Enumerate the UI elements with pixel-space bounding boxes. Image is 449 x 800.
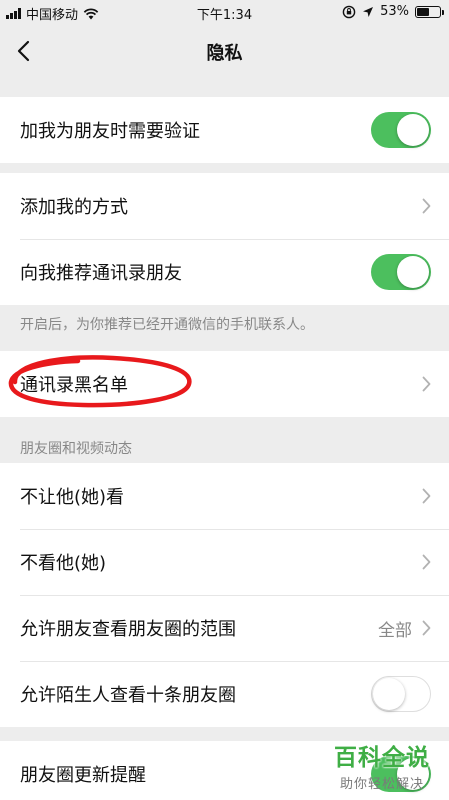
- row-label: 不看他(她): [20, 553, 107, 574]
- row-label: 允许朋友查看朋友圈的范围: [20, 619, 236, 640]
- chevron-right-icon: [422, 488, 431, 504]
- row-not-see-moments[interactable]: 不看他(她): [0, 529, 449, 595]
- row-hide-moments-from[interactable]: 不让他(她)看: [0, 463, 449, 529]
- orientation-lock-icon: [342, 5, 356, 18]
- chevron-right-icon: [422, 376, 431, 392]
- location-icon: [363, 6, 374, 17]
- row-label: 允许陌生人查看十条朋友圈: [20, 685, 236, 706]
- battery-icon: [415, 5, 444, 18]
- status-bar: 中国移动 下午1:34 53%: [0, 0, 449, 24]
- nav-bar: 隐私: [0, 24, 449, 80]
- watermark: 百科全说 助你轻松解决: [325, 738, 439, 792]
- status-right: 53%: [342, 4, 444, 19]
- row-label: 朋友圈更新提醒: [20, 765, 146, 786]
- row-contacts-blacklist[interactable]: 通讯录黑名单: [0, 351, 449, 417]
- friend-verification-toggle[interactable]: [371, 112, 431, 148]
- row-label: 不让他(她)看: [20, 487, 125, 508]
- moments-section-header: 朋友圈和视频动态: [20, 441, 132, 457]
- battery-fill: [417, 7, 429, 16]
- recommend-contacts-toggle[interactable]: [371, 254, 431, 290]
- section-verify: 加我为朋友时需要验证: [0, 97, 449, 163]
- stranger-view-toggle[interactable]: [371, 676, 431, 712]
- chevron-right-icon: [422, 554, 431, 570]
- watermark-title: 百科全说: [334, 745, 430, 771]
- row-stranger-view-moments: 允许陌生人查看十条朋友圈: [0, 661, 449, 727]
- chevron-right-icon: [422, 620, 431, 636]
- row-label: 加我为朋友时需要验证: [20, 121, 200, 142]
- row-friend-verification: 加我为朋友时需要验证: [0, 97, 449, 163]
- toggle-knob: [397, 114, 429, 146]
- section-blacklist: 通讯录黑名单: [0, 351, 449, 417]
- watermark-subtitle: 助你轻松解决: [339, 777, 424, 792]
- row-recommend-contacts: 向我推荐通讯录朋友: [0, 239, 449, 305]
- chevron-right-icon: [422, 198, 431, 214]
- row-moments-range[interactable]: 允许朋友查看朋友圈的范围 全部: [0, 595, 449, 661]
- section-add-me: 添加我的方式 向我推荐通讯录朋友: [0, 173, 449, 305]
- page-title: 隐私: [206, 43, 243, 64]
- row-label: 通讯录黑名单: [20, 375, 128, 396]
- recommend-note: 开启后，为你推荐已经开通微信的手机联系人。: [20, 317, 314, 333]
- row-label: 向我推荐通讯录朋友: [20, 263, 182, 284]
- toggle-knob: [397, 256, 429, 288]
- row-label: 添加我的方式: [20, 197, 128, 218]
- toggle-knob: [373, 678, 405, 710]
- section-moments: 不让他(她)看 不看他(她) 允许朋友查看朋友圈的范围 全部 允许陌生人查看十条…: [0, 463, 449, 727]
- moments-range-value: 全部: [378, 620, 412, 641]
- row-add-me-ways[interactable]: 添加我的方式: [0, 173, 449, 239]
- battery-percent: 53%: [380, 4, 409, 19]
